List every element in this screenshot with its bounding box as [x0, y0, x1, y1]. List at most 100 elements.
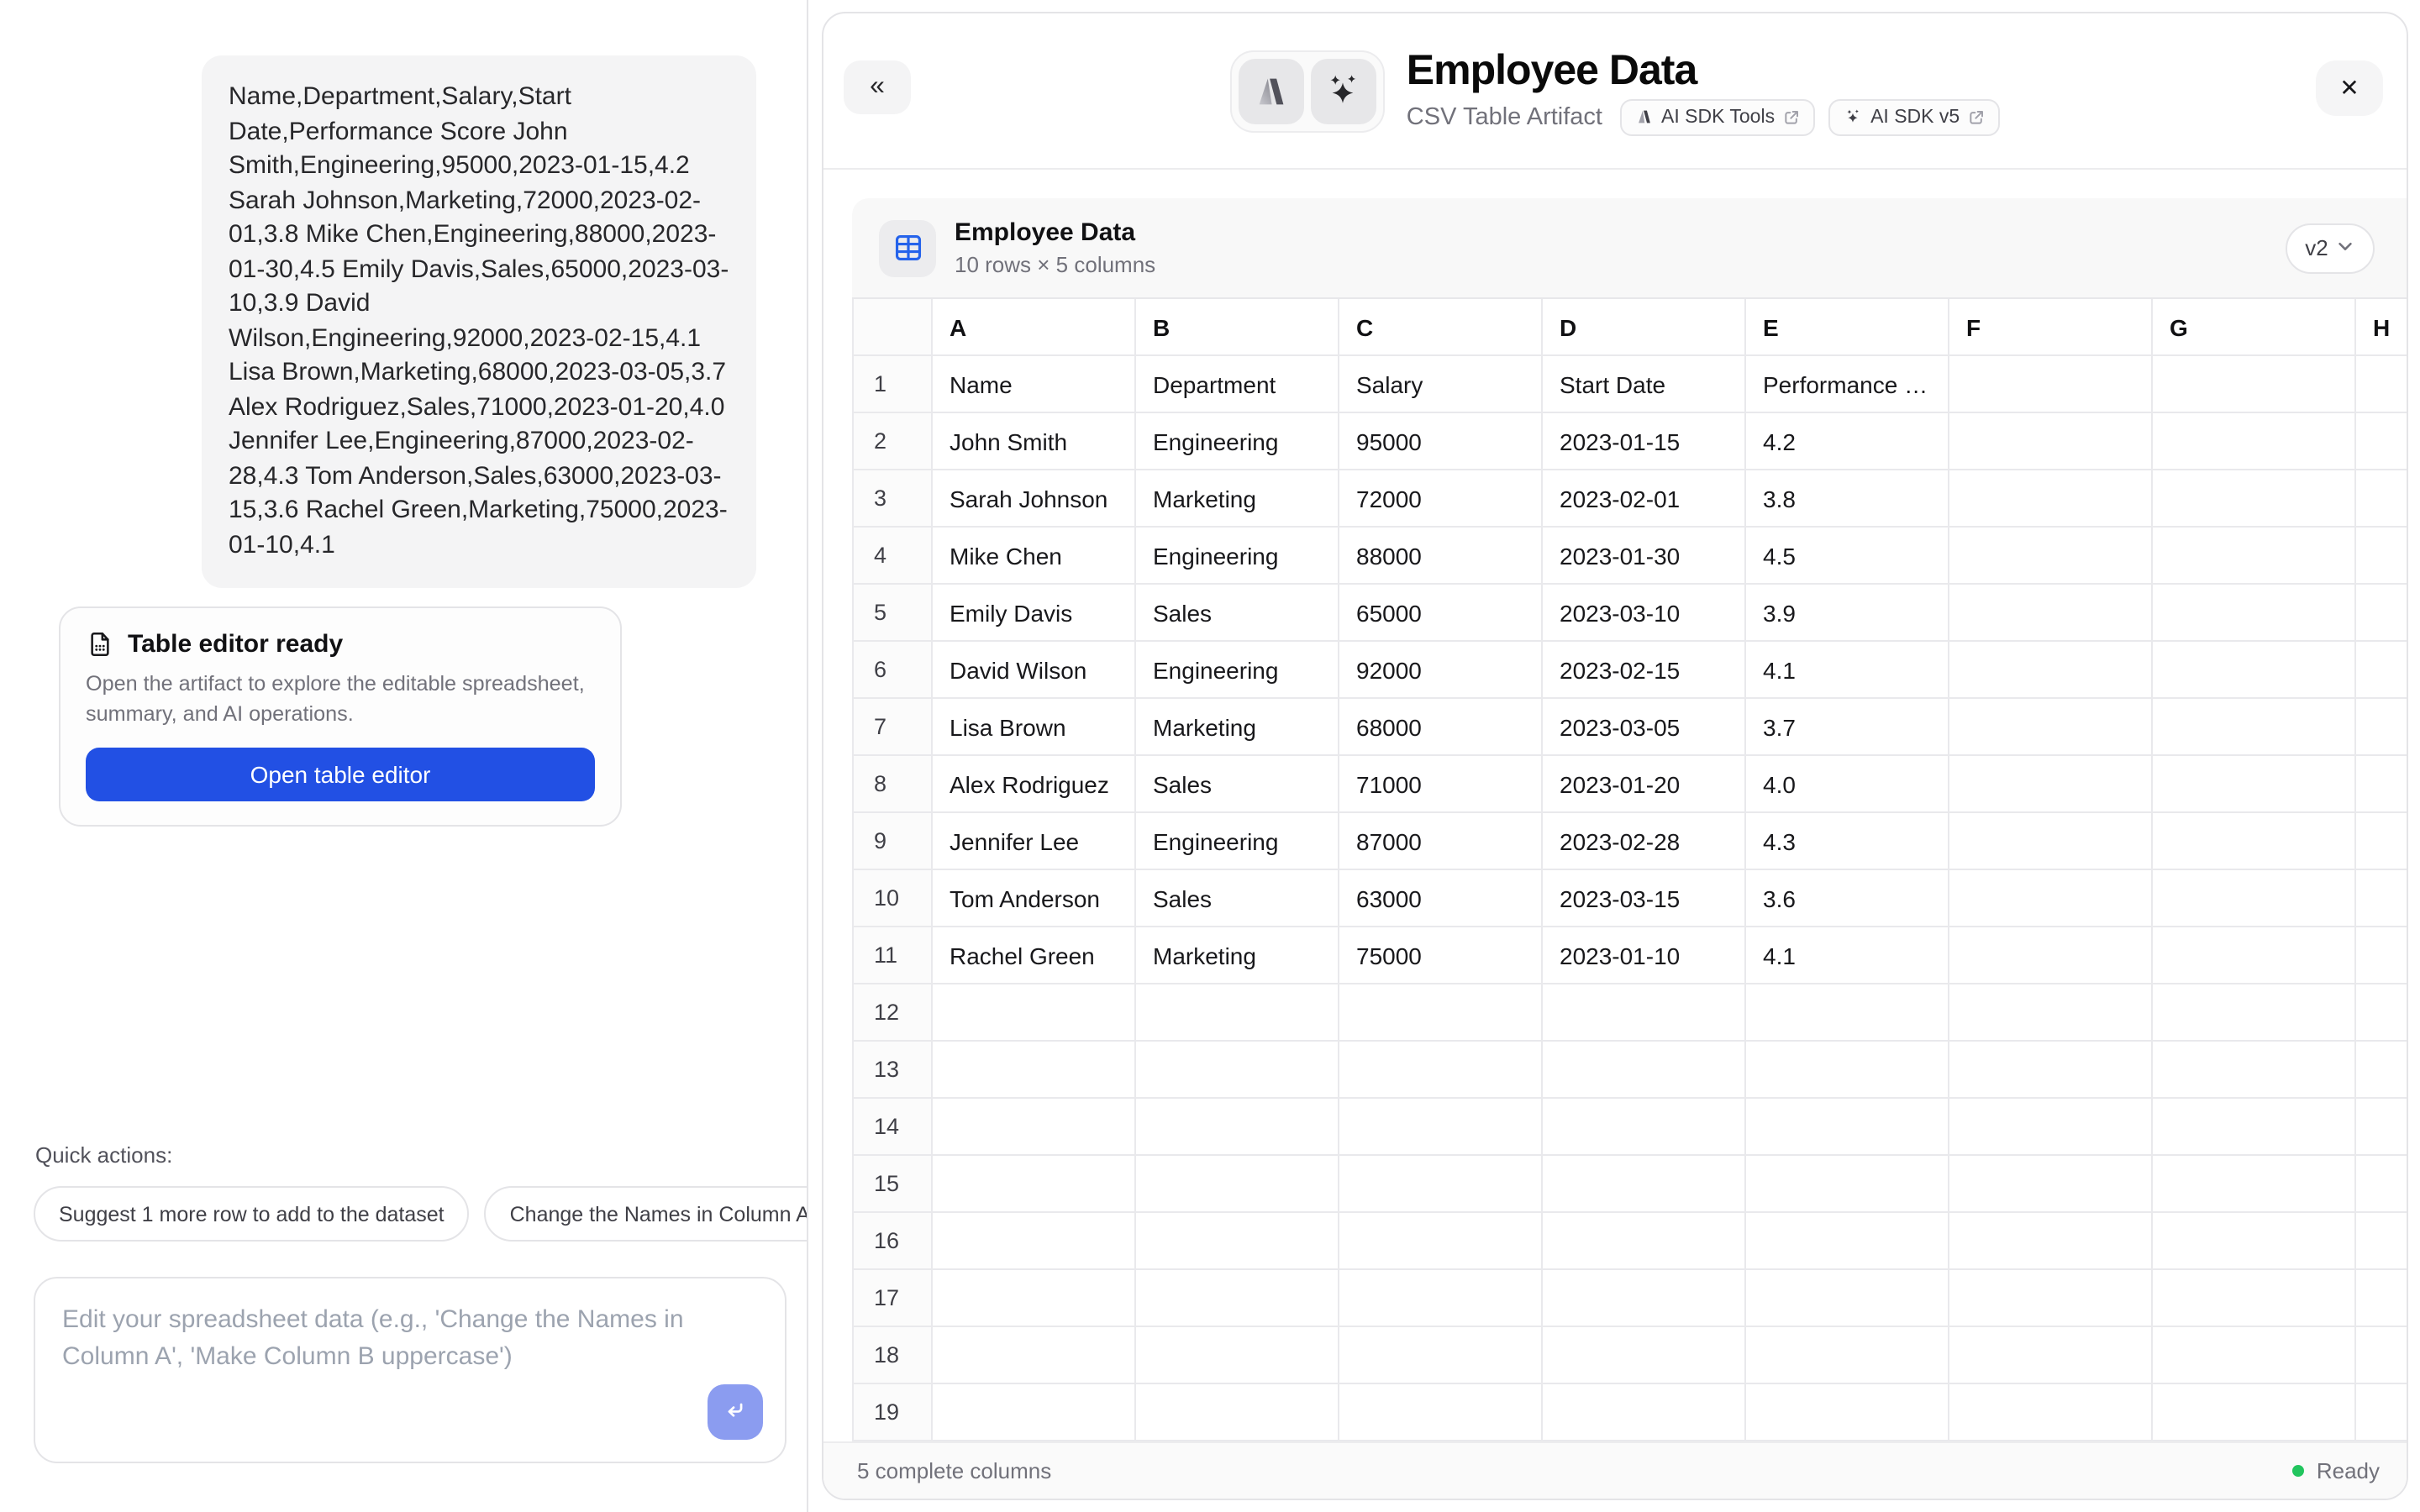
grid-cell-g15[interactable] [2153, 1156, 2356, 1213]
row-number-4[interactable]: 4 [852, 528, 933, 585]
grid-cell-d16[interactable] [1543, 1213, 1746, 1270]
grid-cell-f3[interactable] [1949, 470, 2153, 528]
grid-cell-a1[interactable]: Name [933, 356, 1136, 413]
grid-cell-d12[interactable] [1543, 984, 1746, 1042]
grid-cell-e4[interactable]: 4.5 [1746, 528, 1949, 585]
grid-cell-e8[interactable]: 4.0 [1746, 756, 1949, 813]
grid-cell-f5[interactable] [1949, 585, 2153, 642]
quick-action-suggest-row[interactable]: Suggest 1 more row to add to the dataset [34, 1186, 470, 1242]
grid-cell-h1[interactable] [2356, 356, 2407, 413]
grid-cell-g12[interactable] [2153, 984, 2356, 1042]
grid-cell-e13[interactable] [1746, 1042, 1949, 1099]
grid-cell-g5[interactable] [2153, 585, 2356, 642]
grid-cell-g6[interactable] [2153, 642, 2356, 699]
grid-cell-e12[interactable] [1746, 984, 1949, 1042]
row-number-3[interactable]: 3 [852, 470, 933, 528]
grid-cell-g9[interactable] [2153, 813, 2356, 870]
badge-ai-sdk-tools[interactable]: AI SDK Tools [1619, 98, 1815, 135]
grid-corner-cell[interactable] [852, 299, 933, 356]
grid-cell-a18[interactable] [933, 1327, 1136, 1384]
grid-cell-a8[interactable]: Alex Rodriguez [933, 756, 1136, 813]
grid-cell-f10[interactable] [1949, 870, 2153, 927]
grid-cell-d10[interactable]: 2023-03-15 [1543, 870, 1746, 927]
grid-cell-g4[interactable] [2153, 528, 2356, 585]
grid-cell-c10[interactable]: 63000 [1339, 870, 1543, 927]
grid-cell-h17[interactable] [2356, 1270, 2407, 1327]
grid-cell-b2[interactable]: Engineering [1136, 413, 1339, 470]
grid-cell-h14[interactable] [2356, 1099, 2407, 1156]
grid-cell-g14[interactable] [2153, 1099, 2356, 1156]
grid-cell-b10[interactable]: Sales [1136, 870, 1339, 927]
grid-cell-h13[interactable] [2356, 1042, 2407, 1099]
column-header-e[interactable]: E [1746, 299, 1949, 356]
grid-cell-h6[interactable] [2356, 642, 2407, 699]
row-number-9[interactable]: 9 [852, 813, 933, 870]
grid-cell-e7[interactable]: 3.7 [1746, 699, 1949, 756]
column-header-b[interactable]: B [1136, 299, 1339, 356]
grid-cell-c19[interactable] [1339, 1384, 1543, 1441]
grid-cell-d17[interactable] [1543, 1270, 1746, 1327]
grid-cell-d13[interactable] [1543, 1042, 1746, 1099]
grid-cell-b12[interactable] [1136, 984, 1339, 1042]
grid-cell-c2[interactable]: 95000 [1339, 413, 1543, 470]
quick-action-change-names[interactable]: Change the Names in Column A [485, 1186, 808, 1242]
grid-cell-f2[interactable] [1949, 413, 2153, 470]
grid-cell-e9[interactable]: 4.3 [1746, 813, 1949, 870]
grid-cell-e3[interactable]: 3.8 [1746, 470, 1949, 528]
row-number-5[interactable]: 5 [852, 585, 933, 642]
grid-cell-h10[interactable] [2356, 870, 2407, 927]
grid-cell-f17[interactable] [1949, 1270, 2153, 1327]
version-select[interactable]: v2 [2286, 223, 2375, 273]
grid-cell-f8[interactable] [1949, 756, 2153, 813]
composer-input[interactable]: Edit your spreadsheet data (e.g., 'Chang… [34, 1277, 786, 1463]
grid-cell-e11[interactable]: 4.1 [1746, 927, 1949, 984]
grid-cell-e6[interactable]: 4.1 [1746, 642, 1949, 699]
grid-cell-c4[interactable]: 88000 [1339, 528, 1543, 585]
grid-cell-g13[interactable] [2153, 1042, 2356, 1099]
grid-cell-a10[interactable]: Tom Anderson [933, 870, 1136, 927]
grid-cell-a15[interactable] [933, 1156, 1136, 1213]
grid-cell-c7[interactable]: 68000 [1339, 699, 1543, 756]
grid-cell-b14[interactable] [1136, 1099, 1339, 1156]
grid-cell-f16[interactable] [1949, 1213, 2153, 1270]
grid-cell-a19[interactable] [933, 1384, 1136, 1441]
grid-cell-f18[interactable] [1949, 1327, 2153, 1384]
grid-cell-e10[interactable]: 3.6 [1746, 870, 1949, 927]
grid-cell-b16[interactable] [1136, 1213, 1339, 1270]
grid-cell-d3[interactable]: 2023-02-01 [1543, 470, 1746, 528]
grid-cell-b3[interactable]: Marketing [1136, 470, 1339, 528]
grid-cell-c17[interactable] [1339, 1270, 1543, 1327]
row-number-13[interactable]: 13 [852, 1042, 933, 1099]
grid-cell-d8[interactable]: 2023-01-20 [1543, 756, 1746, 813]
grid-cell-h4[interactable] [2356, 528, 2407, 585]
grid-cell-c8[interactable]: 71000 [1339, 756, 1543, 813]
grid-cell-f15[interactable] [1949, 1156, 2153, 1213]
row-number-19[interactable]: 19 [852, 1384, 933, 1441]
column-header-f[interactable]: F [1949, 299, 2153, 356]
grid-cell-c6[interactable]: 92000 [1339, 642, 1543, 699]
grid-cell-e16[interactable] [1746, 1213, 1949, 1270]
column-header-a[interactable]: A [933, 299, 1136, 356]
grid-cell-e18[interactable] [1746, 1327, 1949, 1384]
grid-cell-e19[interactable] [1746, 1384, 1949, 1441]
grid-cell-c13[interactable] [1339, 1042, 1543, 1099]
grid-cell-f6[interactable] [1949, 642, 2153, 699]
grid-cell-g7[interactable] [2153, 699, 2356, 756]
grid-cell-b5[interactable]: Sales [1136, 585, 1339, 642]
grid-cell-h16[interactable] [2356, 1213, 2407, 1270]
column-header-h[interactable]: H [2356, 299, 2407, 356]
grid-cell-e17[interactable] [1746, 1270, 1949, 1327]
row-number-14[interactable]: 14 [852, 1099, 933, 1156]
grid-cell-b6[interactable]: Engineering [1136, 642, 1339, 699]
grid-cell-f11[interactable] [1949, 927, 2153, 984]
row-number-2[interactable]: 2 [852, 413, 933, 470]
grid-cell-h15[interactable] [2356, 1156, 2407, 1213]
grid-cell-f19[interactable] [1949, 1384, 2153, 1441]
row-number-16[interactable]: 16 [852, 1213, 933, 1270]
grid-cell-c15[interactable] [1339, 1156, 1543, 1213]
grid-cell-a12[interactable] [933, 984, 1136, 1042]
row-number-15[interactable]: 15 [852, 1156, 933, 1213]
grid-cell-a13[interactable] [933, 1042, 1136, 1099]
grid-cell-g10[interactable] [2153, 870, 2356, 927]
column-header-c[interactable]: C [1339, 299, 1543, 356]
